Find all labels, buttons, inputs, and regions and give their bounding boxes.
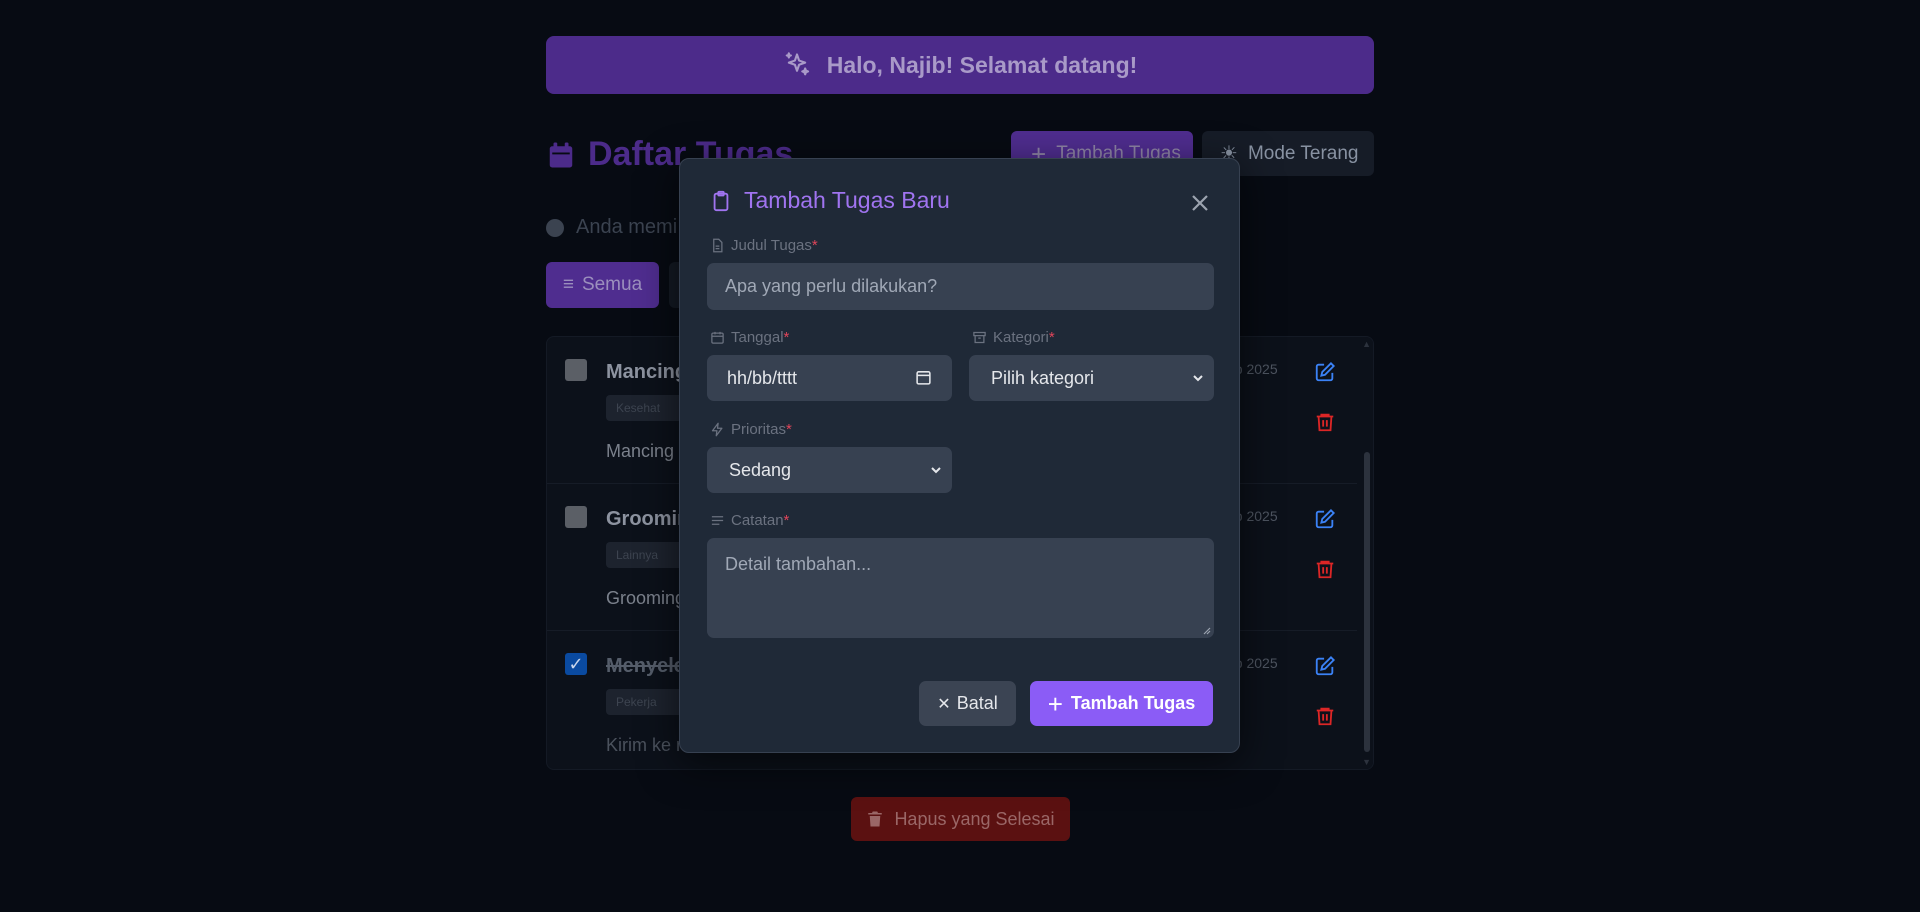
trash-icon[interactable] (1314, 705, 1336, 727)
clipboard-icon (713, 190, 729, 211)
task-title-input[interactable]: Apa yang perlu dilakukan? (707, 263, 1214, 310)
calendar-icon (711, 331, 724, 344)
task-title: Groomin (606, 508, 690, 530)
edit-icon[interactable] (1314, 508, 1336, 530)
chevron-down-icon (1193, 375, 1203, 382)
calendar-picker-icon[interactable] (915, 369, 932, 386)
info-text: Anda memi (576, 216, 678, 238)
date-field-label: Tanggal * (710, 329, 789, 346)
info-line: Anda memi (546, 216, 677, 239)
edit-icon[interactable] (1314, 655, 1336, 677)
notes-field-label: Catatan * (710, 512, 789, 529)
welcome-banner: Halo, Najib! Selamat datang! (546, 36, 1374, 94)
cancel-label: Batal (956, 693, 998, 713)
sparkles-icon (785, 52, 809, 76)
category-select[interactable]: Pilih kategori (969, 355, 1214, 401)
priority-select[interactable]: Sedang (707, 447, 952, 493)
close-icon: ✕ (937, 695, 951, 713)
lightning-icon (711, 422, 723, 437)
task-checkbox[interactable] (565, 359, 587, 381)
filter-all-button[interactable]: ≡ Semua (546, 262, 659, 308)
trash-icon[interactable] (1314, 558, 1336, 580)
task-note: Grooming (606, 588, 686, 608)
calendar-icon (549, 142, 573, 167)
main-container: Halo, Najib! Selamat datang! Daftar Tuga… (546, 36, 1374, 841)
task-note: Mancing (606, 441, 675, 461)
welcome-text: Halo, Najib! Selamat datang! (826, 51, 1138, 78)
category-select-value: Pilih kategori (991, 367, 1095, 388)
task-title-placeholder: Apa yang perlu dilakukan? (725, 276, 938, 296)
trash-icon[interactable] (1314, 411, 1336, 433)
list-icon: ≡ (562, 274, 574, 295)
theme-toggle-label: Mode Terang (1247, 142, 1359, 164)
task-checkbox[interactable]: ✓ (565, 653, 587, 675)
modal-title-text: Tambah Tugas Baru (744, 187, 950, 213)
date-input[interactable]: hh/bb/tttt (707, 355, 952, 401)
priority-field-label: Prioritas * (710, 421, 792, 438)
chevron-down-icon (931, 467, 941, 474)
date-value: hh/bb/tttt (727, 367, 798, 388)
resize-handle-icon[interactable] (1201, 625, 1211, 635)
plus-icon: + (1047, 688, 1063, 719)
notes-textarea[interactable]: Detail tambahan... (707, 538, 1214, 638)
task-title: Mancing (606, 361, 688, 383)
clear-completed-button[interactable]: Hapus yang Selesai (851, 797, 1070, 841)
task-title: Menyele (606, 655, 685, 677)
task-checkbox[interactable] (565, 506, 587, 528)
info-icon (546, 218, 564, 237)
category-field-label: Kategori * (972, 329, 1055, 346)
clear-completed-label: Hapus yang Selesai (894, 808, 1055, 829)
document-icon (713, 238, 723, 253)
modal-title: Tambah Tugas Baru (710, 187, 950, 214)
notes-placeholder: Detail tambahan... (725, 554, 872, 574)
filter-all-label: Semua (581, 274, 643, 295)
title-field-label: Judul Tugas * (710, 237, 818, 254)
scrollbar-thumb[interactable] (1364, 452, 1370, 752)
cancel-button[interactable]: ✕ Batal (919, 681, 1016, 726)
add-task-modal: Tambah Tugas Baru Judul Tugas * Apa yang … (679, 158, 1240, 753)
submit-task-label: Tambah Tugas (1070, 693, 1196, 713)
lines-icon (711, 516, 724, 525)
trash-icon (868, 811, 883, 827)
scroll-down-icon[interactable]: ▼ (1362, 757, 1371, 767)
submit-task-button[interactable]: + Tambah Tugas (1030, 681, 1213, 726)
close-icon[interactable] (1188, 191, 1212, 215)
archive-icon (973, 331, 986, 344)
priority-select-value: Sedang (729, 459, 792, 480)
scrollbar[interactable]: ▲ ▼ (1361, 337, 1373, 769)
scroll-up-icon[interactable]: ▲ (1362, 339, 1371, 349)
edit-icon[interactable] (1314, 361, 1336, 383)
